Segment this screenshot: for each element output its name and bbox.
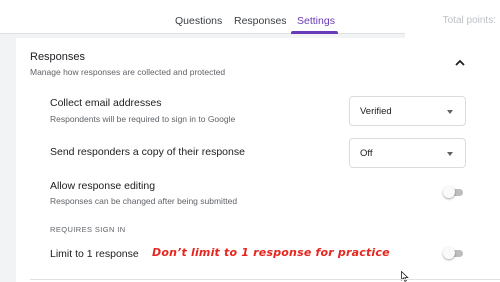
section-title: Responses (30, 51, 86, 63)
tab-responses[interactable]: Responses (234, 15, 287, 27)
tab-settings[interactable]: Settings (297, 15, 335, 27)
tab-questions[interactable]: Questions (175, 15, 222, 27)
practice-annotation: Don’t limit to 1 response for practice (152, 246, 390, 259)
send-copy-value: Off (360, 148, 373, 159)
chevron-up-icon[interactable] (453, 56, 467, 70)
send-copy-title: Send responders a copy of their response (50, 146, 245, 158)
mouse-pointer-icon (401, 271, 409, 282)
toggle-thumb (443, 186, 455, 198)
section-subtitle: Manage how responses are collected and p… (30, 67, 226, 77)
toggle-thumb (443, 247, 455, 259)
allow-editing-toggle[interactable] (443, 186, 465, 198)
responses-settings-card: Responses Manage how responses are colle… (16, 38, 500, 282)
collect-email-subtitle: Respondents will be required to sign in … (50, 114, 236, 124)
glare-overlay (405, 28, 500, 38)
active-tab-indicator (291, 31, 338, 34)
collect-email-title: Collect email addresses (50, 97, 162, 109)
total-points-label: Total points: (442, 15, 496, 26)
collect-email-dropdown[interactable]: Verified (349, 96, 466, 126)
dropdown-caret-icon (447, 110, 453, 114)
limit-one-title: Limit to 1 response (50, 248, 139, 260)
allow-editing-subtitle: Responses can be changed after being sub… (50, 196, 238, 206)
requires-sign-in-label: REQUIRES SIGN IN (50, 225, 126, 234)
allow-editing-title: Allow response editing (50, 180, 156, 192)
dropdown-caret-icon (447, 152, 453, 156)
limit-one-toggle[interactable] (443, 247, 465, 259)
divider (30, 279, 500, 280)
send-copy-dropdown[interactable]: Off (349, 138, 466, 168)
collect-email-value: Verified (360, 106, 392, 117)
